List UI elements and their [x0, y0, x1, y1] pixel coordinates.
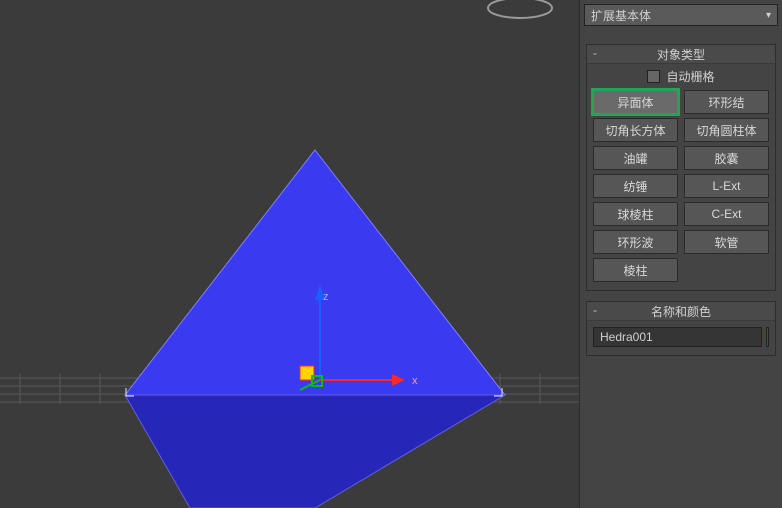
type-button[interactable]: 切角长方体 — [593, 118, 678, 142]
type-button-grid: 异面体环形结切角长方体切角圆柱体油罐胶囊纺锤L-Ext球棱柱C-Ext环形波软管… — [587, 86, 775, 282]
rollout-title-label: 对象类型 — [657, 46, 705, 63]
rollout-object-types: - 对象类型 自动栅格 异面体环形结切角长方体切角圆柱体油罐胶囊纺锤L-Ext球… — [586, 44, 776, 291]
type-button[interactable]: 纺锤 — [593, 174, 678, 198]
type-button[interactable]: 棱柱 — [593, 258, 678, 282]
autogrid-label: 自动栅格 — [666, 68, 714, 85]
type-button[interactable]: 球棱柱 — [593, 202, 678, 226]
rollout-title-name-color[interactable]: - 名称和颜色 — [587, 302, 775, 321]
chevron-down-icon: ▾ — [766, 10, 771, 21]
type-button[interactable]: 胶囊 — [684, 146, 769, 170]
type-button[interactable]: 软管 — [684, 230, 769, 254]
rollout-name-color: - 名称和颜色 — [586, 301, 776, 356]
viewport[interactable]: z x — [0, 0, 580, 508]
autogrid-checkbox[interactable] — [647, 70, 660, 83]
gizmo-z-label: z — [323, 291, 329, 303]
rollout-title-label: 名称和颜色 — [651, 303, 711, 320]
collapse-icon: - — [593, 303, 597, 317]
view-cube-ring — [488, 0, 552, 18]
scene-canvas: z x — [0, 0, 580, 508]
category-dropdown[interactable]: 扩展基本体 ▾ — [584, 4, 778, 26]
hedra-object[interactable] — [125, 150, 505, 508]
object-color-swatch[interactable] — [766, 327, 769, 347]
command-panel: 扩展基本体 ▾ - 对象类型 自动栅格 异面体环形结切角长方体切角圆柱体油罐胶囊… — [579, 0, 782, 508]
type-button[interactable]: 油罐 — [593, 146, 678, 170]
autogrid-row: 自动栅格 — [587, 66, 775, 86]
collapse-icon: - — [593, 46, 597, 60]
type-button[interactable]: L-Ext — [684, 174, 769, 198]
type-button[interactable]: 环形结 — [684, 90, 769, 114]
gizmo-x-label: x — [412, 375, 418, 387]
object-name-input[interactable] — [593, 327, 762, 347]
category-label: 扩展基本体 — [591, 7, 651, 24]
type-button[interactable]: 切角圆柱体 — [684, 118, 769, 142]
type-button[interactable]: 环形波 — [593, 230, 678, 254]
rollout-title-object-types[interactable]: - 对象类型 — [587, 45, 775, 64]
type-button[interactable]: 异面体 — [593, 90, 678, 114]
type-button[interactable]: C-Ext — [684, 202, 769, 226]
